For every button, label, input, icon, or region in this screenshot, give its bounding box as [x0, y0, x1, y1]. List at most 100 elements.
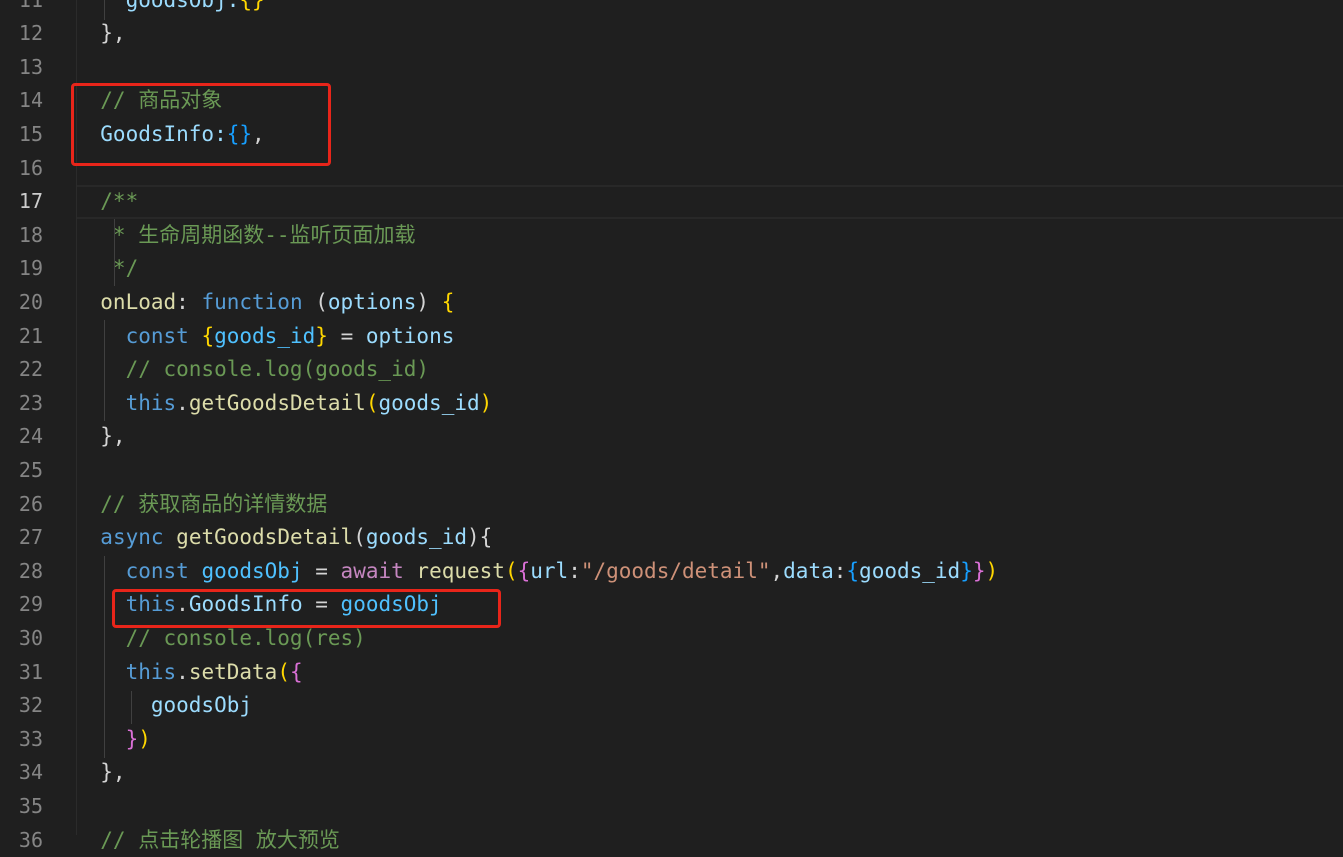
line-number: 30	[0, 622, 43, 656]
line-number: 11	[0, 0, 43, 17]
code-line[interactable]: 27 async getGoodsDetail(goods_id){	[0, 521, 1343, 555]
code-line[interactable]: 17 /**	[0, 185, 1343, 219]
code-line[interactable]: 24 },	[0, 420, 1343, 454]
code-text: /**	[75, 185, 138, 219]
code-token: },	[75, 424, 126, 448]
code-token: .	[176, 660, 189, 684]
code-token: goodsObj:	[75, 0, 239, 12]
indent-guide	[114, 219, 115, 286]
code-line[interactable]: 19 */	[0, 252, 1343, 286]
code-token: onLoad	[75, 290, 176, 314]
code-token: // 点击轮播图 放大预览	[75, 828, 340, 852]
indent-guide	[104, 0, 105, 20]
line-number: 17	[0, 185, 43, 219]
annotation-box-goodsinfo-assignment	[112, 589, 501, 628]
indent-guide	[131, 691, 132, 724]
code-token: this	[126, 391, 177, 415]
indent-guide	[104, 320, 105, 421]
code-token: )	[480, 391, 493, 415]
code-text: async getGoodsDetail(goods_id){	[75, 521, 492, 555]
code-text: const goodsObj = await request({url:"/go…	[75, 555, 998, 589]
code-token: function	[201, 290, 302, 314]
code-line[interactable]: 22 // console.log(goods_id)	[0, 353, 1343, 387]
code-token	[75, 660, 126, 684]
code-token: "/goods/detail"	[581, 559, 771, 583]
line-number: 26	[0, 488, 43, 522]
line-number: 35	[0, 790, 43, 824]
code-token	[164, 525, 177, 549]
code-text: },	[75, 420, 126, 454]
line-number: 34	[0, 756, 43, 790]
code-line[interactable]: 34 },	[0, 756, 1343, 790]
code-token: )	[986, 559, 999, 583]
code-editor[interactable]: 11 goodsObj:{}12 },1314 // 商品对象15 GoodsI…	[0, 0, 1343, 835]
code-text: const {goods_id} = options	[75, 320, 454, 354]
code-text: // 点击轮播图 放大预览	[75, 824, 340, 857]
line-number: 24	[0, 420, 43, 454]
line-number: 25	[0, 454, 43, 488]
code-token: :	[176, 290, 201, 314]
code-token: ,	[771, 559, 784, 583]
code-token: data	[783, 559, 834, 583]
code-token: getGoodsDetail	[189, 391, 366, 415]
code-token: }	[960, 559, 973, 583]
code-line[interactable]: 18 * 生命周期函数--监听页面加载	[0, 219, 1343, 253]
code-token: url	[530, 559, 568, 583]
code-line[interactable]: 32 goodsObj	[0, 689, 1343, 723]
line-number: 14	[0, 84, 43, 118]
code-token: {}	[239, 0, 264, 12]
code-token: // 获取商品的详情数据	[75, 492, 327, 516]
code-token: },	[75, 21, 126, 45]
code-line[interactable]: 35	[0, 790, 1343, 824]
code-token	[75, 391, 126, 415]
line-number: 29	[0, 588, 43, 622]
code-token: // console.log(goods_id)	[75, 357, 429, 381]
code-token: )	[138, 727, 151, 751]
code-line[interactable]: 13	[0, 51, 1343, 85]
code-line[interactable]: 11 goodsObj:{}	[0, 0, 1343, 17]
code-line[interactable]: 12 },	[0, 17, 1343, 51]
code-token: const	[126, 324, 189, 348]
code-line[interactable]: 25	[0, 454, 1343, 488]
code-text: this.getGoodsDetail(goods_id)	[75, 387, 492, 421]
annotation-box-goodsinfo-declaration	[71, 83, 331, 166]
code-token: {	[518, 559, 531, 583]
line-number: 16	[0, 152, 43, 186]
line-number: 18	[0, 219, 43, 253]
code-line[interactable]: 26 // 获取商品的详情数据	[0, 488, 1343, 522]
code-token: /**	[75, 189, 138, 213]
code-token: goods_id	[378, 391, 479, 415]
code-line[interactable]: 21 const {goods_id} = options	[0, 320, 1343, 354]
line-number: 22	[0, 353, 43, 387]
code-token	[404, 559, 417, 583]
line-number: 28	[0, 555, 43, 589]
code-line[interactable]: 23 this.getGoodsDetail(goods_id)	[0, 387, 1343, 421]
code-token: goods_id	[214, 324, 315, 348]
code-token: },	[75, 760, 126, 784]
code-token: .	[176, 391, 189, 415]
code-text: },	[75, 756, 126, 790]
code-line[interactable]: 36 // 点击轮播图 放大预览	[0, 824, 1343, 857]
code-token: {	[846, 559, 859, 583]
code-token	[75, 324, 126, 348]
code-token	[189, 559, 202, 583]
code-token: (	[366, 391, 379, 415]
line-number: 31	[0, 656, 43, 690]
code-token: {	[290, 660, 303, 684]
code-token: options	[328, 290, 417, 314]
code-text: // console.log(goods_id)	[75, 353, 429, 387]
code-token: goodsObj	[201, 559, 302, 583]
code-token: getGoodsDetail	[176, 525, 353, 549]
code-token: ){	[467, 525, 492, 549]
code-line[interactable]: 33 })	[0, 723, 1343, 757]
code-token: :	[834, 559, 847, 583]
code-line[interactable]: 28 const goodsObj = await request({url:"…	[0, 555, 1343, 589]
code-token: :	[568, 559, 581, 583]
line-number: 23	[0, 387, 43, 421]
code-token: goods_id	[859, 559, 960, 583]
code-token: (	[303, 290, 328, 314]
code-token: )	[416, 290, 441, 314]
code-line[interactable]: 31 this.setData({	[0, 656, 1343, 690]
code-token: (	[277, 660, 290, 684]
code-line[interactable]: 20 onLoad: function (options) {	[0, 286, 1343, 320]
